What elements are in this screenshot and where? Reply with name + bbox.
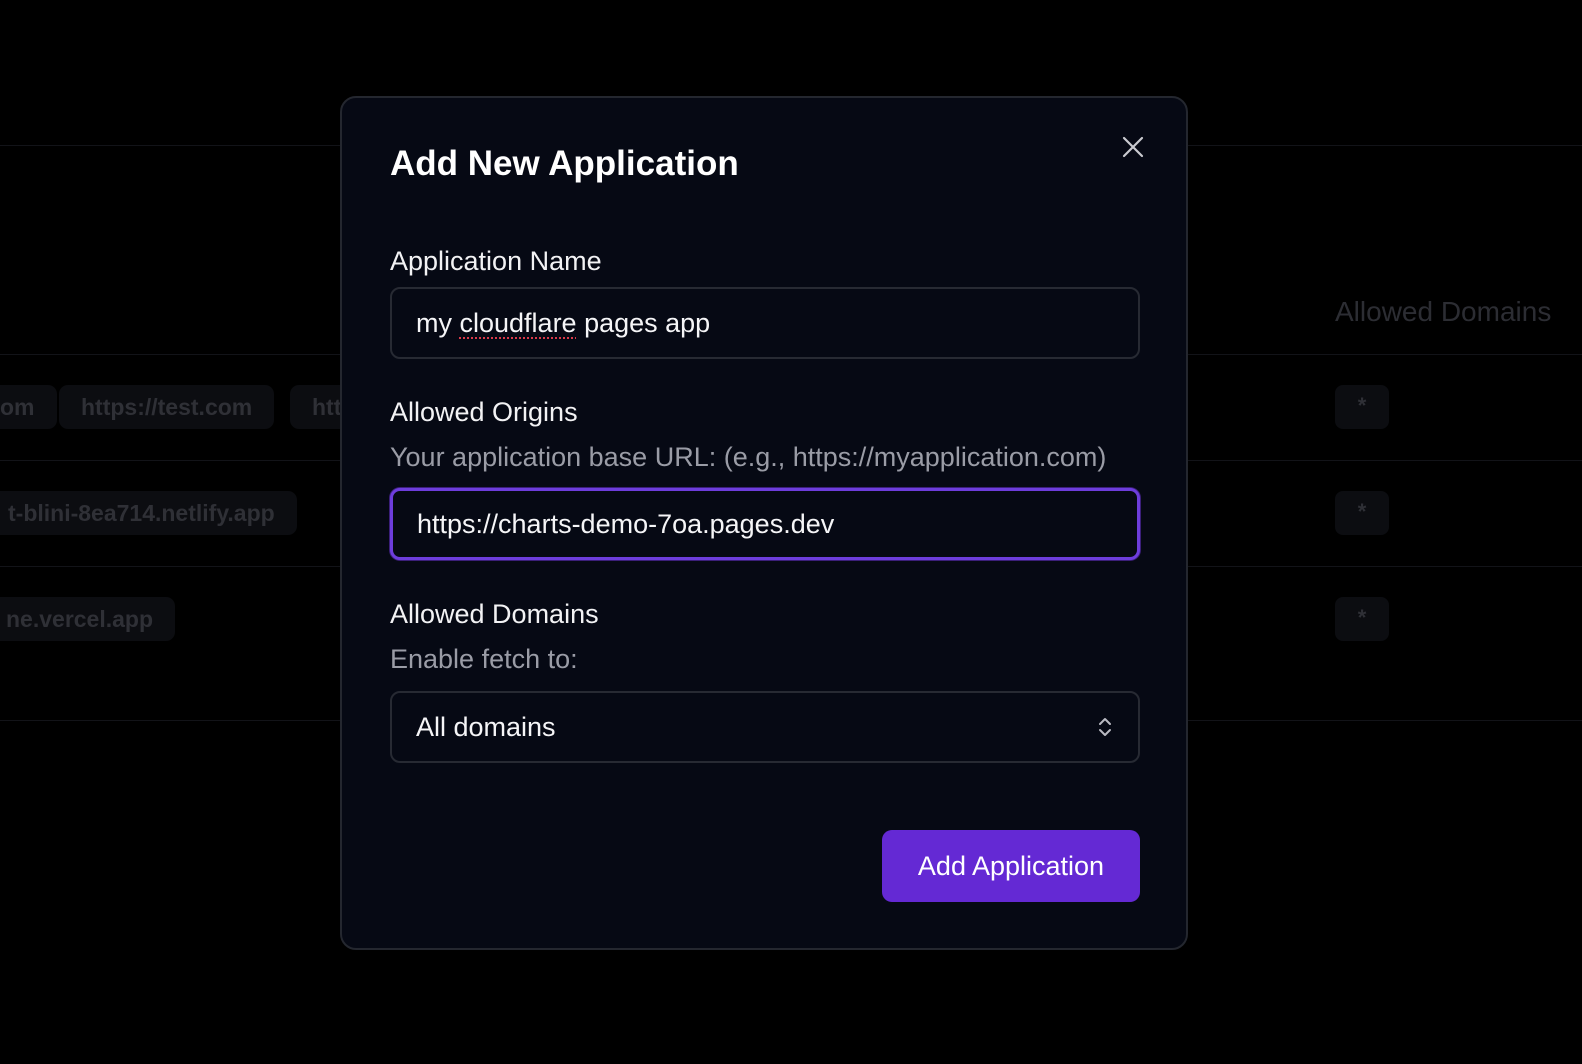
close-icon xyxy=(1122,136,1144,158)
add-application-dialog: Add New Application Application Name my … xyxy=(340,96,1188,950)
add-application-button[interactable]: Add Application xyxy=(882,830,1140,902)
application-name-input[interactable]: my cloudflare pages app xyxy=(390,287,1140,359)
origin-chip: https://test.com xyxy=(59,385,275,429)
domain-chip: * xyxy=(1335,385,1389,429)
origin-chip: t-blini-8ea714.netlify.app xyxy=(0,491,297,535)
misspelled-word: cloudflare xyxy=(459,307,577,338)
column-header-allowed-domains: Allowed Domains xyxy=(1335,296,1552,327)
name-text-part: pages app xyxy=(576,307,711,338)
allowed-domains-selected: All domains xyxy=(416,711,556,742)
allowed-origins-label: Allowed Origins xyxy=(390,397,578,427)
domain-chip: * xyxy=(1335,597,1389,641)
dialog-title: Add New Application xyxy=(390,144,739,183)
origin-chip: ne.vercel.app xyxy=(0,597,176,641)
application-name-label: Application Name xyxy=(390,246,602,276)
allowed-origins-input[interactable] xyxy=(417,508,1113,540)
allowed-domains-label: Allowed Domains xyxy=(390,599,599,629)
name-text-part: my xyxy=(416,307,460,338)
origin-chip: om xyxy=(0,385,57,429)
page: Allowed Domains om https://test.com htt … xyxy=(0,0,1582,1064)
allowed-origins-field xyxy=(390,488,1140,560)
allowed-domains-select[interactable]: All domains xyxy=(390,691,1140,763)
close-button[interactable] xyxy=(1118,132,1148,162)
allowed-origins-helper: Your application base URL: (e.g., https:… xyxy=(390,442,1107,472)
allowed-domains-helper: Enable fetch to: xyxy=(390,644,578,674)
chevron-up-down-icon xyxy=(1099,718,1111,736)
domain-chip: * xyxy=(1335,491,1389,535)
application-name-value: my cloudflare pages app xyxy=(416,308,710,339)
